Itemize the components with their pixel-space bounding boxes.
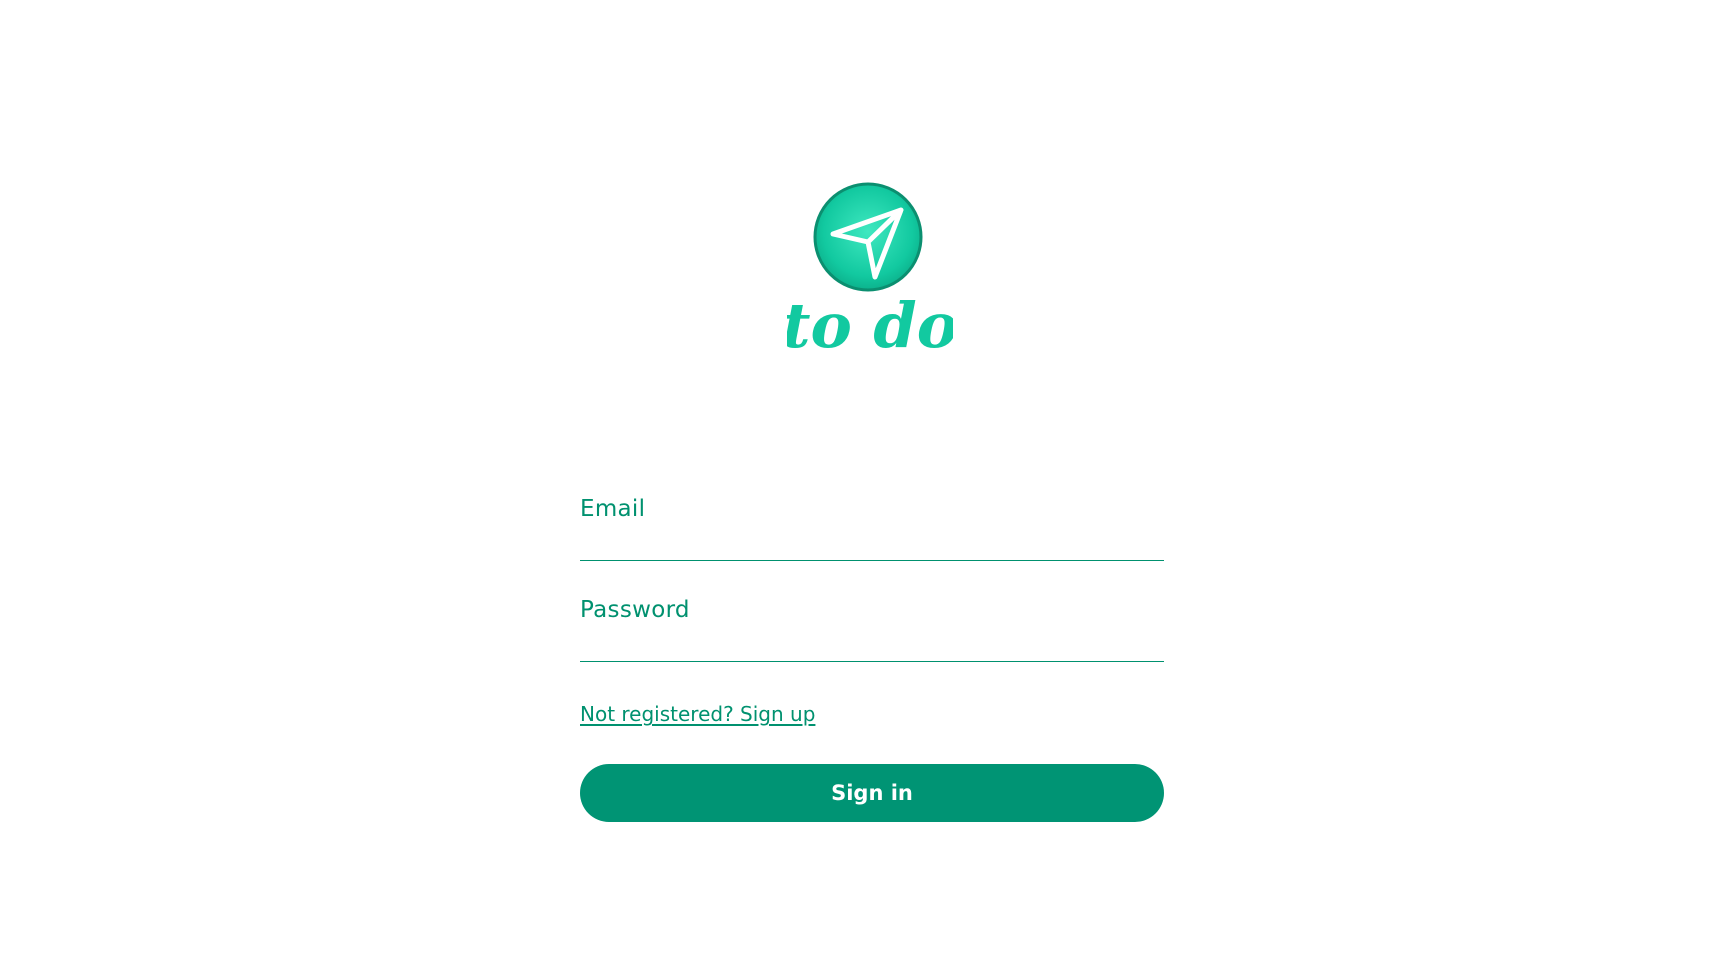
- login-page: to do Email Password Not registered? Sig…: [0, 0, 1728, 972]
- svg-text:to do: to do: [787, 289, 953, 362]
- sign-in-button[interactable]: Sign in: [580, 764, 1164, 822]
- logo-wordmark: to do: [787, 289, 953, 362]
- login-form: Email Password Not registered? Sign up S…: [580, 490, 1164, 822]
- email-field-group: Email: [580, 490, 1164, 561]
- paper-plane-icon: [813, 182, 923, 292]
- signup-link[interactable]: Not registered? Sign up: [580, 702, 815, 726]
- password-label: Password: [580, 597, 690, 623]
- email-input[interactable]: [580, 528, 1164, 556]
- app-logo: to do: [787, 177, 953, 377]
- email-label: Email: [580, 496, 646, 522]
- password-field-group: Password: [580, 591, 1164, 662]
- password-input[interactable]: [580, 629, 1164, 657]
